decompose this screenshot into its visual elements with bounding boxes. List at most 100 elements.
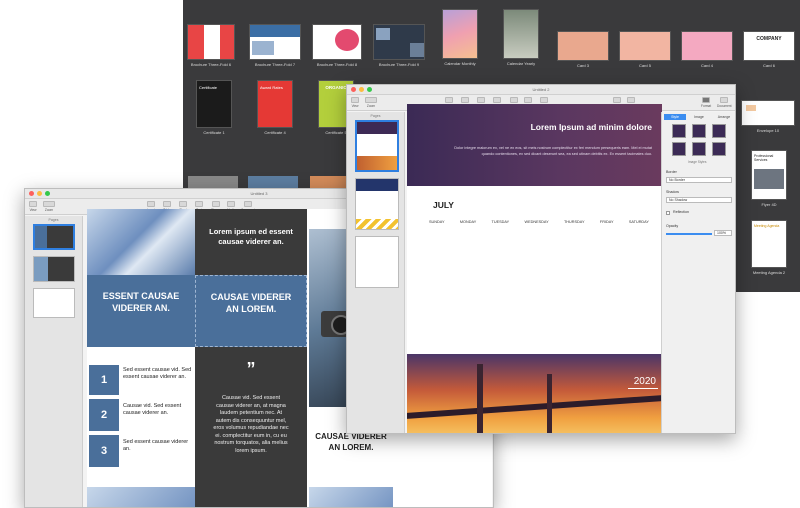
weekday-label: FRIDAY [599,220,614,224]
zoom-menu[interactable]: Zoom [43,201,55,212]
pages-sidebar: Pages [25,216,83,507]
tab-image[interactable]: Image [688,114,710,120]
template-label: Brochure Three-Fold 8 [316,62,358,67]
image-style-swatch[interactable] [692,124,706,138]
page-thumbnail-3[interactable] [33,288,75,318]
zoom-menu[interactable]: Zoom [365,97,377,108]
page-thumbnail-2[interactable] [33,256,75,282]
header-headline: Lorem Ipsum ad minim dolore [530,122,652,132]
opacity-slider[interactable] [666,233,712,235]
template-thumbnail: COMPANY [743,31,795,61]
template-brochure-8[interactable]: Brochure Three-Fold 8 [312,24,362,67]
page-thumbnail-1[interactable] [33,224,75,250]
template-label: Card 3 [576,63,589,68]
template-thumbnail [312,24,362,60]
opacity-field[interactable]: 100% [714,230,732,236]
view-button[interactable]: View [351,97,359,108]
tab-arrange[interactable]: Arrange [712,114,735,120]
sidebar-title: Pages [370,114,381,118]
template-thumbnail [619,31,671,61]
weekday-label: SUNDAY [429,220,445,224]
month-title: JULY [433,200,454,210]
reflection-label: Reflection [673,210,689,214]
list-item-text: Sed essent causae viderer an. [123,439,189,452]
format-inspector: Style Image Arrange Image Styles Border … [661,112,735,433]
brochure-blue-heading-mid[interactable]: CAUSAE VIDERER AN LOREM. [195,275,307,347]
template-card-4[interactable]: Card 4 [681,31,733,68]
image-style-swatch[interactable] [712,142,726,156]
brochure-image-bottom-left [87,487,195,507]
template-label: Meeting Agenda 2 [752,270,786,275]
template-thumbnail [681,31,733,61]
calendar-header: Lorem Ipsum ad minim dolore Dolor integr… [407,104,662,186]
template-label: Brochure Three-Fold 9 [378,62,420,67]
template-card-6[interactable]: COMPANY Card 6 [743,31,795,68]
window-title: Untitled 2 [532,87,550,92]
weekday-label: TUESDAY [491,220,510,224]
border-select[interactable]: No Border [666,177,732,183]
template-thumbnail [503,9,539,59]
template-calendar-monthly[interactable]: Calendar Monthly [442,9,478,66]
image-style-swatch[interactable] [672,142,686,156]
sidebar-title: Pages [48,218,59,222]
tab-style[interactable]: Style [664,114,686,120]
template-label: Calendar Monthly [444,61,476,66]
page-thumbnail-1[interactable] [355,120,399,172]
template-label: Certificate 4 [264,130,286,135]
dark-panel-title: Lorem ipsum ed essent causae viderer an. [209,227,293,246]
image-styles-label: Image Styles [688,160,707,164]
template-thumbnail [557,31,609,61]
template-calendar-yearly[interactable]: Calendar Yearly [503,9,539,66]
desktop-background [0,0,183,190]
brochure-image-bottom-right [309,487,393,507]
template-brochure-9[interactable]: Brochure Three-Fold 9 [373,24,425,67]
template-card-3[interactable]: Card 3 [557,31,609,68]
reflection-checkbox[interactable] [666,211,670,215]
document-window-calendar: Untitled 2 View Zoom Insert Table Chart … [346,84,736,434]
weekday-label: WEDNESDAY [524,220,549,224]
agenda-title: Meeting Agenda [754,224,780,228]
template-thumbnail [741,100,795,126]
template-label: Envelope 10 [756,128,780,133]
title-bar: Untitled 2 [347,85,735,95]
template-certificate-1[interactable]: Certificate Certificate 1 [196,80,232,135]
shadow-select[interactable]: No Shadow [666,197,732,203]
brochure-blue-heading-left: ESSENT CAUSAE VIDERER AN. [87,275,195,347]
template-thumbnail: Professional Services [751,150,787,200]
template-label: Calendar Yearly [506,61,536,66]
template-envelope-10[interactable]: Envelope 10 [741,100,795,133]
page-thumbnail-3[interactable] [355,236,399,288]
list-number: 2 [89,399,119,431]
template-certificate-4[interactable]: Award Rates Certificate 4 [257,80,293,135]
document-button[interactable]: Document [717,97,732,108]
template-brochure-7[interactable]: Brochure Three-Fold 7 [249,24,301,67]
weekday-header: SUNDAY MONDAY TUESDAY WEDNESDAY THURSDAY… [429,220,649,224]
opacity-label: Opacity [666,224,679,228]
sunset-photo: 2020 [407,354,662,433]
calendar-page: Lorem Ipsum ad minim dolore Dolor integr… [407,104,662,433]
template-meeting-agenda[interactable]: Meeting Agenda Meeting Agenda 2 [751,220,787,275]
template-flyer[interactable]: Professional Services Flyer 4D [751,150,787,207]
right-heading-partial: CAUSAE VIDERER AN LOREM. [315,432,387,452]
card-company-text: COMPANY [756,36,782,42]
page-thumbnail-2[interactable] [355,178,399,230]
view-button[interactable]: View [29,201,37,212]
format-button[interactable]: Format [701,97,711,108]
template-label: Card 4 [700,63,713,68]
list-item-text: Causae vid. Sed essent causae viderer an… [123,403,182,416]
image-style-swatch[interactable] [672,124,686,138]
pages-sidebar: Pages [347,112,405,433]
shadow-label: Shadow [666,190,679,194]
template-card-5[interactable]: Card 5 [619,31,671,68]
list-number: 3 [89,435,119,467]
template-thumbnail [373,24,425,60]
template-brochure-6[interactable]: Brochure Three-Fold 6 [187,24,235,67]
weekday-label: MONDAY [459,220,477,224]
brochure-dark-panel: Lorem ipsum ed essent causae viderer an.… [195,209,307,507]
template-label: Card 5 [638,63,651,68]
image-style-swatch[interactable] [712,124,726,138]
image-style-swatch[interactable] [692,142,706,156]
list-number: 1 [89,365,119,395]
header-body-text: Dolor integre maiorum ex, vel ne ex eos,… [454,146,652,156]
template-thumbnail: Meeting Agenda [751,220,787,268]
